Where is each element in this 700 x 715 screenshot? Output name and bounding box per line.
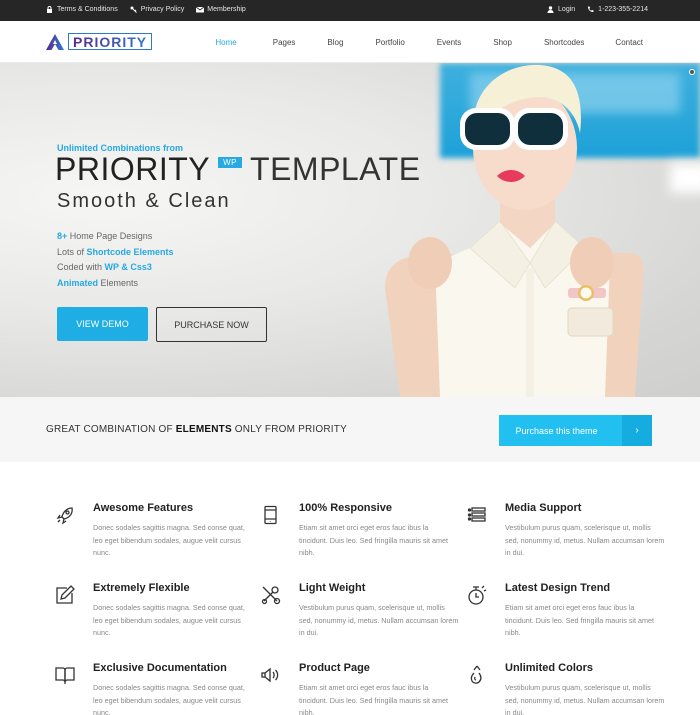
- hero-list-text: Coded with: [57, 262, 105, 272]
- phone-link[interactable]: 1-223-355-2214: [587, 6, 648, 13]
- lock-icon: [46, 6, 53, 13]
- cta-text-after: ONLY FROM PRIORITY: [231, 424, 347, 435]
- hero-list-item: Lots of Shortcode Elements: [57, 245, 174, 261]
- stopwatch-icon: [467, 585, 487, 605]
- envelope-icon: [196, 6, 205, 13]
- hero-list-highlight: Shortcode Elements: [86, 246, 174, 257]
- login-label: Login: [558, 6, 576, 13]
- feature-description: Vestibulum purus quam, scelerisque ut, m…: [505, 523, 665, 557]
- feature-title: Exclusive Documentation: [93, 662, 227, 674]
- features-section: Awesome Features Donec sodales sagittis …: [0, 462, 700, 715]
- feature-title: Product Page: [299, 662, 370, 674]
- top-bar-left-links: Terms & Conditions Privacy Policy Member…: [46, 6, 246, 13]
- hero-list-text: Elements: [98, 277, 139, 288]
- nav-shortcodes[interactable]: Shortcodes: [544, 38, 584, 47]
- feature-description: Etiam sit amet orci eget eros fauc ibus …: [299, 523, 449, 557]
- cta-text: GREAT COMBINATION OF ELEMENTS ONLY FROM …: [46, 424, 347, 435]
- logo-text: PRIORITY: [68, 33, 153, 50]
- feature-description: Vestibulum purus quam, scelerisque ut, m…: [505, 683, 665, 715]
- cta-text-before: GREAT COMBINATION OF: [46, 424, 176, 435]
- hero-feature-list: 8+ Home Page Designs Lots of Shortcode E…: [57, 229, 174, 291]
- purchase-now-button[interactable]: PURCHASE NOW: [156, 307, 267, 342]
- terms-label: Terms & Conditions: [57, 6, 118, 13]
- phone-icon: [587, 6, 594, 13]
- main-nav: Home Pages Blog Portfolio Events Shop Sh…: [215, 38, 643, 47]
- hero-list-highlight: 8+: [57, 231, 68, 241]
- drop-icon: [467, 665, 487, 685]
- edit-icon: [55, 585, 75, 605]
- feature-description: Donec sodales sagittis magna. Sed conse …: [93, 603, 245, 637]
- hero-list-item: Coded with WP & Css3: [57, 260, 174, 276]
- mobile-icon: [261, 505, 281, 525]
- hero-tagline: Smooth & Clean: [57, 190, 231, 212]
- hero-list-highlight: WP & Css3: [104, 262, 152, 272]
- site-header: PRIORITY Home Pages Blog Portfolio Event…: [0, 21, 700, 63]
- feature-title: Light Weight: [299, 582, 366, 594]
- rocket-icon: [55, 505, 75, 525]
- hero-list-highlight: Animated: [57, 277, 99, 288]
- hero-list-item: Animated Elements: [57, 276, 174, 292]
- key-icon: [130, 6, 137, 13]
- list-icon: [467, 505, 487, 525]
- hero-title-brand: PRIORITY: [55, 151, 211, 187]
- top-bar-right-links: Login 1-223-355-2214: [547, 6, 648, 13]
- cta-text-bold: ELEMENTS: [175, 424, 232, 435]
- tools-icon: [261, 585, 281, 605]
- hero-slider: Unlimited Combinations from PRIORITY WP …: [0, 63, 700, 397]
- hero-title: PRIORITY WP TEMPLATE: [55, 151, 421, 188]
- privacy-link[interactable]: Privacy Policy: [130, 6, 185, 13]
- terms-link[interactable]: Terms & Conditions: [46, 6, 118, 13]
- hero-title-template: TEMPLATE: [250, 151, 421, 187]
- feature-title: 100% Responsive: [299, 502, 392, 514]
- membership-link[interactable]: Membership: [196, 6, 246, 13]
- speaker-icon: [261, 665, 281, 685]
- membership-label: Membership: [207, 6, 246, 13]
- hero-list-text: Lots of: [57, 246, 87, 257]
- slider-dot[interactable]: [689, 69, 695, 75]
- phone-label: 1-223-355-2214: [598, 6, 648, 13]
- feature-title: Latest Design Trend: [505, 582, 611, 594]
- nav-blog[interactable]: Blog: [327, 38, 343, 47]
- hero-list-text: Home Page Designs: [67, 231, 153, 241]
- feature-title: Extremely Flexible: [93, 582, 190, 594]
- view-demo-button[interactable]: VIEW DEMO: [57, 307, 148, 341]
- nav-shop[interactable]: Shop: [493, 38, 512, 47]
- user-icon: [547, 6, 554, 13]
- purchase-theme-label: Purchase this theme: [515, 425, 598, 436]
- top-bar: Terms & Conditions Privacy Policy Member…: [0, 0, 700, 21]
- feature-description: Etiam sit amet orci eget eros fauc ibus …: [505, 603, 655, 637]
- feature-description: Donec sodales sagittis magna. Sed conse …: [93, 523, 245, 557]
- chevron-right-icon: ›: [622, 415, 652, 446]
- hero-model-image: [385, 64, 644, 397]
- feature-title: Unlimited Colors: [505, 662, 594, 674]
- nav-portfolio[interactable]: Portfolio: [375, 38, 404, 47]
- nav-home[interactable]: Home: [215, 38, 236, 47]
- purchase-theme-button[interactable]: Purchase this theme ›: [499, 415, 652, 446]
- cta-strip: GREAT COMBINATION OF ELEMENTS ONLY FROM …: [0, 397, 700, 462]
- wp-badge: WP: [218, 157, 243, 168]
- logo-mark-icon: [46, 33, 64, 50]
- nav-events[interactable]: Events: [437, 38, 461, 47]
- feature-title: Media Support: [505, 502, 582, 514]
- logo[interactable]: PRIORITY: [46, 33, 153, 50]
- feature-title: Awesome Features: [93, 502, 194, 514]
- privacy-label: Privacy Policy: [140, 6, 185, 13]
- book-icon: [55, 665, 75, 685]
- hero-list-item: 8+ Home Page Designs: [57, 229, 174, 245]
- login-link[interactable]: Login: [547, 6, 575, 13]
- feature-description: Vestibulum purus quam, scelerisque ut, m…: [299, 603, 459, 637]
- feature-description: Donec sodales sagittis magna. Sed conse …: [93, 683, 245, 715]
- nav-contact[interactable]: Contact: [615, 38, 643, 47]
- nav-pages[interactable]: Pages: [273, 38, 296, 47]
- feature-description: Etiam sit amet orci eget eros fauc ibus …: [299, 683, 449, 715]
